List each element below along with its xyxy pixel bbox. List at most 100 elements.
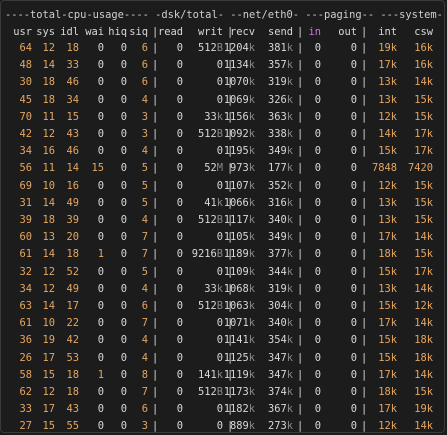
cell-writ: 0 — [216, 265, 223, 278]
cell-unit: k — [286, 145, 293, 158]
cell-hiq: 0 — [120, 334, 127, 347]
cell-number: 1195 — [223, 145, 249, 158]
column-separator: | — [297, 196, 304, 209]
cell-int: 7848 — [371, 162, 397, 175]
cell-int: 18k — [378, 248, 397, 261]
column-separator: | — [152, 110, 159, 123]
column-separator: | — [361, 214, 368, 226]
column-header-wai: wai — [85, 26, 104, 38]
cell-unit: k — [286, 110, 293, 123]
cell-unit: k — [248, 128, 255, 140]
cell-hiq: 0 — [120, 231, 127, 244]
cell-unit: k — [248, 162, 255, 175]
cell-number: 347 — [267, 351, 287, 364]
cell-hiq: 0 — [120, 196, 127, 209]
cell-read: 0 — [176, 76, 183, 89]
cell-writ: 512B — [198, 385, 223, 399]
column-separator: | — [152, 128, 159, 140]
cell-wai: 0 — [97, 231, 104, 244]
column-separator: | — [361, 265, 368, 278]
column-separator: | — [297, 26, 304, 38]
column-separator: | — [152, 368, 159, 381]
column-separator: | — [152, 248, 159, 261]
cell-in: 0 — [314, 76, 321, 89]
cell-writ: 512B — [198, 213, 223, 227]
column-separator: | — [297, 128, 304, 140]
cell-in: 0 — [314, 196, 321, 209]
cell-number: 52 — [204, 162, 217, 175]
cell-idl: 34 — [66, 93, 79, 106]
cell-out: 0 — [350, 300, 357, 312]
cell-csw: 14k — [414, 317, 433, 330]
column-separator: | — [152, 420, 159, 433]
cell-idl: 55 — [66, 420, 79, 433]
cell-out: 0 — [350, 179, 357, 192]
column-separator: | — [361, 386, 368, 398]
cell-hiq: 0 — [120, 128, 127, 140]
cell-writ: 0 — [216, 351, 223, 364]
cell-send: 347k — [268, 368, 293, 382]
cell-in: 0 — [314, 317, 321, 330]
cell-siq: 7 — [141, 317, 148, 330]
cell-number: 1204 — [223, 42, 249, 54]
cell-unit: k — [286, 214, 293, 226]
stats-row: 33 17 43 0 0 6 | 0 0 | 1182k 367k | 0 0 | 17k 19k — [1, 402, 444, 416]
cell-number: 512 — [197, 300, 217, 312]
cell-writ: 9216B — [192, 247, 223, 261]
cell-number: 349 — [267, 145, 287, 158]
cell-unit: k — [248, 145, 255, 158]
column-separator: | — [361, 300, 368, 312]
cell-sys: 11 — [42, 110, 55, 123]
cell-in: 0 — [314, 265, 321, 278]
cell-number: 1071 — [223, 317, 249, 330]
cell-writ: 33k — [204, 282, 223, 296]
cell-sys: 12 — [42, 282, 55, 295]
cell-sys: 12 — [42, 386, 55, 398]
cell-int: 15k — [378, 300, 397, 312]
cell-in: 0 — [314, 420, 321, 433]
cell-hiq: 0 — [120, 351, 127, 364]
cell-wai: 0 — [97, 351, 104, 364]
cell-number: 1063 — [223, 300, 249, 312]
cell-send: 363k — [268, 110, 293, 124]
cell-hiq: 0 — [120, 300, 127, 312]
cell-int: 13k — [378, 214, 397, 226]
cell-int: 17k — [378, 59, 397, 72]
cell-int: 15k — [378, 334, 397, 347]
cell-read: 0 — [176, 42, 183, 54]
cell-out: 0 — [350, 93, 357, 106]
cell-sys: 11 — [42, 162, 55, 175]
cell-csw: 15k — [414, 386, 433, 398]
column-separator: | — [297, 248, 304, 261]
column-separator: | — [297, 162, 304, 175]
column-separator: | — [361, 59, 368, 72]
cell-out: 0 — [350, 248, 357, 261]
column-separator: | — [152, 76, 159, 89]
cell-number: 33 — [204, 282, 217, 295]
cell-in: 0 — [314, 300, 321, 312]
cell-idl: 52 — [66, 265, 79, 278]
cell-recv: 1063k — [224, 299, 255, 313]
cell-number: 1119 — [223, 368, 249, 381]
column-separator: | — [152, 162, 159, 175]
cell-send: 354k — [268, 333, 293, 347]
cell-number: 319 — [267, 282, 287, 295]
cell-number: 177 — [267, 162, 287, 175]
cell-siq: 5 — [141, 265, 148, 278]
cell-siq: 4 — [141, 334, 148, 347]
cell-unit: k — [286, 42, 293, 54]
cell-number: 1141 — [223, 334, 249, 347]
column-separator: | — [361, 231, 368, 244]
stats-row: 32 12 52 0 0 5 | 0 0 | 1109k 344k | 0 0 | 15k 17k — [1, 265, 444, 279]
cell-sys: 12 — [42, 265, 55, 278]
cell-wai: 0 — [97, 403, 104, 416]
cell-unit: k — [216, 196, 223, 209]
cell-writ: 41k — [204, 196, 223, 210]
cell-unit: k — [248, 179, 255, 192]
cell-wai: 0 — [97, 179, 104, 192]
cell-number: 1117 — [223, 214, 249, 226]
column-separator: | — [361, 110, 368, 123]
cell-send: 367k — [268, 402, 293, 416]
cell-siq: 7 — [141, 248, 148, 261]
cell-in: 0 — [314, 334, 321, 347]
